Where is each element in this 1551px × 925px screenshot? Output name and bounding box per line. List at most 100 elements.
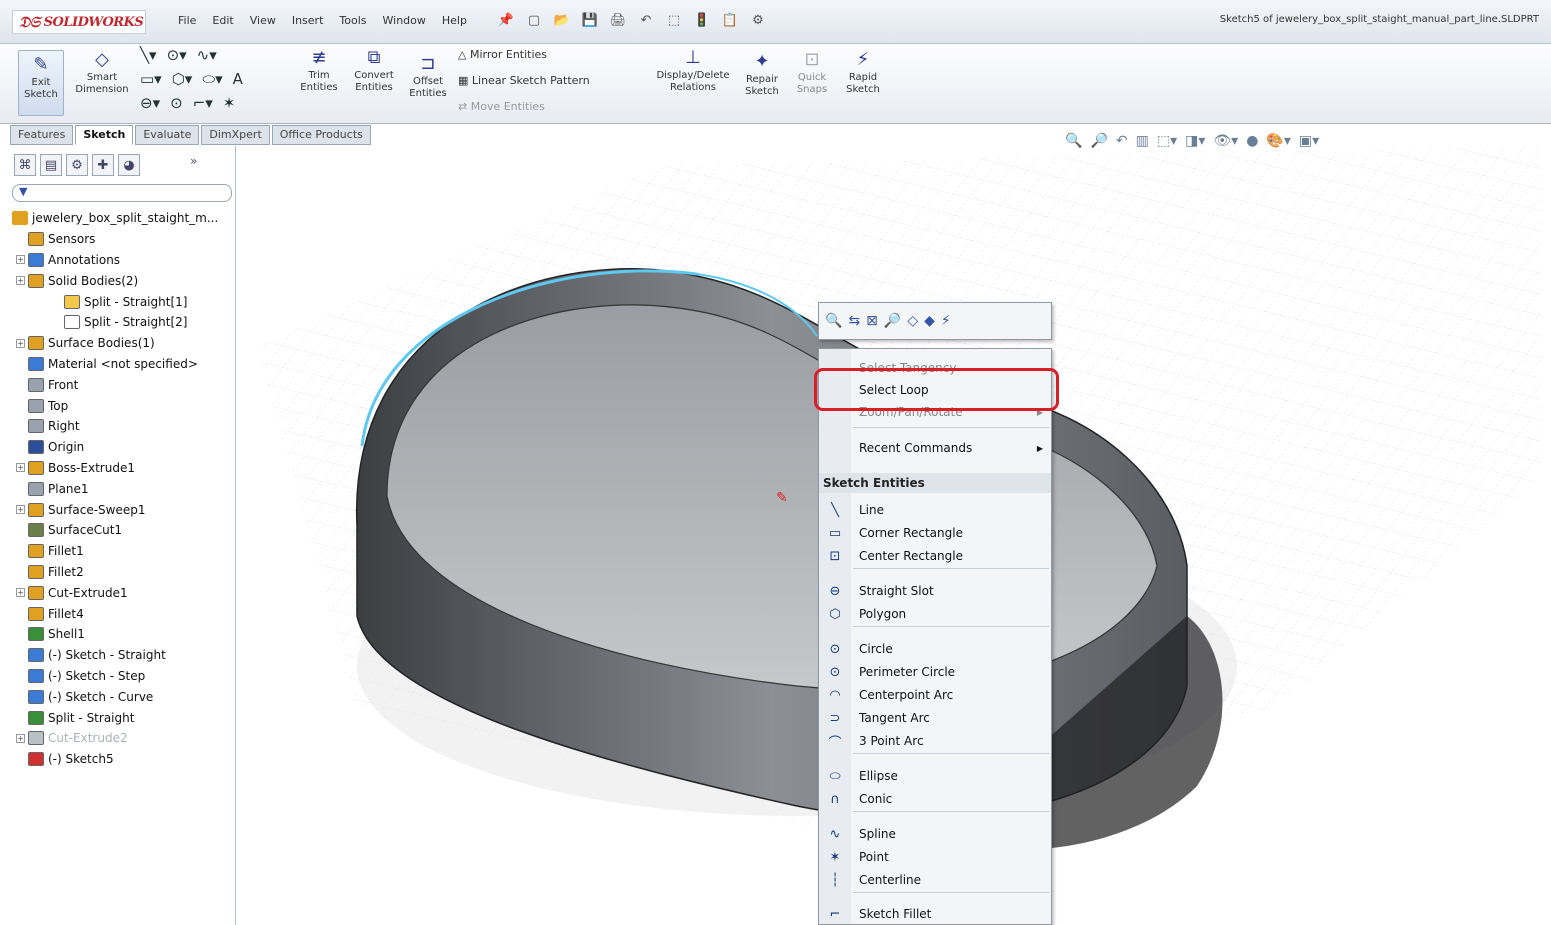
point-tool-icon[interactable]: ✶ — [223, 94, 236, 112]
tree-item[interactable]: Split - Straight[1] — [10, 291, 218, 312]
tree-item[interactable]: + Cut-Extrude1 — [10, 582, 218, 603]
tree-item[interactable]: Front — [10, 374, 218, 395]
text-tool-icon[interactable]: A — [233, 70, 243, 88]
expand-toggle-icon[interactable]: + — [16, 505, 25, 515]
file-properties-icon[interactable]: 📋 — [719, 9, 741, 31]
tree-item[interactable]: Shell1 — [10, 624, 218, 645]
tree-item[interactable]: Split - Straight[2] — [10, 312, 218, 333]
print-icon[interactable]: 🖨 — [607, 9, 629, 31]
tree-item[interactable]: + Surface Bodies(1) — [10, 333, 218, 354]
tab-office-products[interactable]: Office Products — [271, 125, 371, 145]
tree-item[interactable]: + Cut-Extrude2 — [10, 728, 218, 749]
tree-item[interactable]: Material <not specified> — [10, 354, 218, 375]
fillet-tool-icon[interactable]: ⌐▾ — [193, 94, 213, 112]
zoom-to-fit-icon[interactable]: 🔍 — [1065, 133, 1082, 149]
tree-item[interactable]: (-) Sketch - Straight — [10, 645, 218, 666]
appearance-icon[interactable]: ● — [1246, 133, 1258, 149]
undo-icon[interactable]: ↶ — [635, 9, 657, 31]
line-tool-icon[interactable]: ╲▾ — [140, 46, 157, 64]
smart-dimension-button[interactable]: ◇ Smart Dimension — [72, 50, 132, 96]
menu-item-center-rectangle[interactable]: ⊡ Center Rectangle — [819, 545, 1051, 567]
linear-sketch-pattern-button[interactable]: ▦ Linear Sketch Pattern — [458, 74, 590, 87]
tab-sketch[interactable]: Sketch — [75, 125, 134, 145]
move-entities-button[interactable]: ⇄ Move Entities — [458, 100, 545, 113]
circle-tool-icon[interactable]: ⊙▾ — [167, 46, 187, 64]
rebuild-icon[interactable]: 🚦 — [691, 9, 713, 31]
polygon-tool-icon[interactable]: ⬡▾ — [172, 70, 193, 88]
expand-toggle-icon[interactable]: + — [16, 588, 25, 598]
display-style-icon[interactable]: ◨▾ — [1185, 133, 1205, 149]
menu-help[interactable]: Help — [434, 12, 475, 29]
save-icon[interactable]: 💾 — [579, 9, 601, 31]
tab-features[interactable]: Features — [10, 125, 74, 145]
repair-sketch-button[interactable]: ✦ Repair Sketch — [740, 52, 784, 98]
view-orientation-icon[interactable]: ⬚▾ — [1157, 133, 1177, 149]
new-document-icon[interactable]: ▢ — [523, 9, 545, 31]
scene-icon[interactable]: 🎨▾ — [1266, 133, 1290, 149]
relations-icon[interactable]: ⇆ — [848, 313, 860, 329]
menu-item-tangent-arc[interactable]: ⊃ Tangent Arc — [819, 707, 1051, 729]
pin-icon[interactable]: 📌 — [495, 9, 517, 31]
menu-window[interactable]: Window — [375, 12, 434, 29]
section-view-icon[interactable]: ▥ — [1136, 133, 1149, 149]
zoom-icon[interactable]: 🔎 — [884, 313, 901, 329]
dimension-icon[interactable]: ◆ — [924, 313, 935, 329]
slot-tool-icon[interactable]: ⊖▾ — [140, 94, 160, 112]
display-delete-relations-button[interactable]: ⊥ Display/Delete Relations — [650, 48, 736, 94]
menu-item-centerline[interactable]: ┆ Centerline — [819, 869, 1051, 891]
tab-evaluate[interactable]: Evaluate — [135, 125, 200, 145]
expand-toggle-icon[interactable]: + — [16, 733, 25, 743]
expand-toggle-icon[interactable]: + — [16, 255, 25, 265]
tree-filter-input[interactable]: ▼ — [12, 184, 232, 202]
menu-item-spline[interactable]: ∿ Spline — [819, 823, 1051, 845]
tree-item[interactable]: Fillet1 — [10, 541, 218, 562]
normal-to-icon[interactable]: ⊠ — [866, 313, 878, 329]
tree-item[interactable]: Top — [10, 395, 218, 416]
spline-tool-icon[interactable]: ∿▾ — [197, 46, 217, 64]
options-icon[interactable]: ⚙ — [747, 9, 769, 31]
view-settings-icon[interactable]: ▣▾ — [1299, 133, 1319, 149]
tree-item[interactable]: + Surface-Sweep1 — [10, 499, 218, 520]
menu-item-line[interactable]: ╲ Line — [819, 499, 1051, 521]
menu-item-polygon[interactable]: ⬡ Polygon — [819, 603, 1051, 625]
tree-item[interactable]: + Boss-Extrude1 — [10, 458, 218, 479]
display-manager-icon[interactable]: ◕ — [118, 154, 140, 176]
mirror-entities-button[interactable]: △ Mirror Entities — [458, 48, 547, 61]
menu-item-point[interactable]: ✶ Point — [819, 846, 1051, 868]
menu-item-recent-commands[interactable]: Recent Commands ▶ — [819, 437, 1051, 459]
tree-item[interactable]: SurfaceCut1 — [10, 520, 218, 541]
rectangle-tool-icon[interactable]: ▭▾ — [140, 70, 162, 88]
tree-item[interactable]: Sensors — [10, 229, 218, 250]
solidworks-logo[interactable]: 𝔇𝔖 SOLIDWORKS — [12, 10, 146, 34]
menu-item-perimeter-circle[interactable]: ⊙ Perimeter Circle — [819, 661, 1051, 683]
trim-entities-button[interactable]: ≢ Trim Entities — [296, 48, 342, 94]
tree-item[interactable]: (-) Sketch5 — [10, 749, 218, 770]
expand-toggle-icon[interactable]: + — [16, 463, 25, 473]
tree-item[interactable]: + Annotations — [10, 250, 218, 271]
rapid-sketch-button[interactable]: ⚡ Rapid Sketch — [840, 50, 886, 96]
tree-item[interactable]: (-) Sketch - Step — [10, 666, 218, 687]
feature-manager-icon[interactable]: ⌘ — [14, 154, 36, 176]
tree-item[interactable]: Split - Straight — [10, 707, 218, 728]
open-icon[interactable]: 📂 — [551, 9, 573, 31]
offset-entities-button[interactable]: ⊐ Offset Entities — [404, 54, 452, 100]
convert-entities-button[interactable]: ⧉ Convert Entities — [346, 48, 402, 94]
exit-sketch-button[interactable]: ✎ Exit Sketch — [18, 50, 64, 116]
menu-edit[interactable]: Edit — [204, 12, 241, 29]
menu-item-ellipse[interactable]: ⬭ Ellipse — [819, 765, 1051, 787]
expand-panel-icon[interactable]: » — [190, 154, 197, 180]
dimxpert-manager-icon[interactable]: ✚ — [92, 154, 114, 176]
menu-item-centerpoint-arc[interactable]: ◠ Centerpoint Arc — [819, 684, 1051, 706]
tree-item[interactable]: (-) Sketch - Curve — [10, 686, 218, 707]
tree-item[interactable]: Fillet2 — [10, 562, 218, 583]
tree-item[interactable]: Plane1 — [10, 478, 218, 499]
quick-snaps-button[interactable]: ⊡ Quick Snaps — [792, 50, 832, 96]
select-icon[interactable]: ⬚ — [663, 9, 685, 31]
tree-item[interactable]: Origin — [10, 437, 218, 458]
menu-item-corner-rectangle[interactable]: ▭ Corner Rectangle — [819, 522, 1051, 544]
rapid-sketch-icon[interactable]: ⚡ — [941, 313, 951, 329]
hide-show-icon[interactable]: 👁▾ — [1213, 133, 1238, 149]
property-manager-icon[interactable]: ▤ — [40, 154, 62, 176]
zoom-area-icon[interactable]: 🔎 — [1090, 133, 1107, 149]
smart-dimension-icon[interactable]: ◇ — [907, 313, 918, 329]
